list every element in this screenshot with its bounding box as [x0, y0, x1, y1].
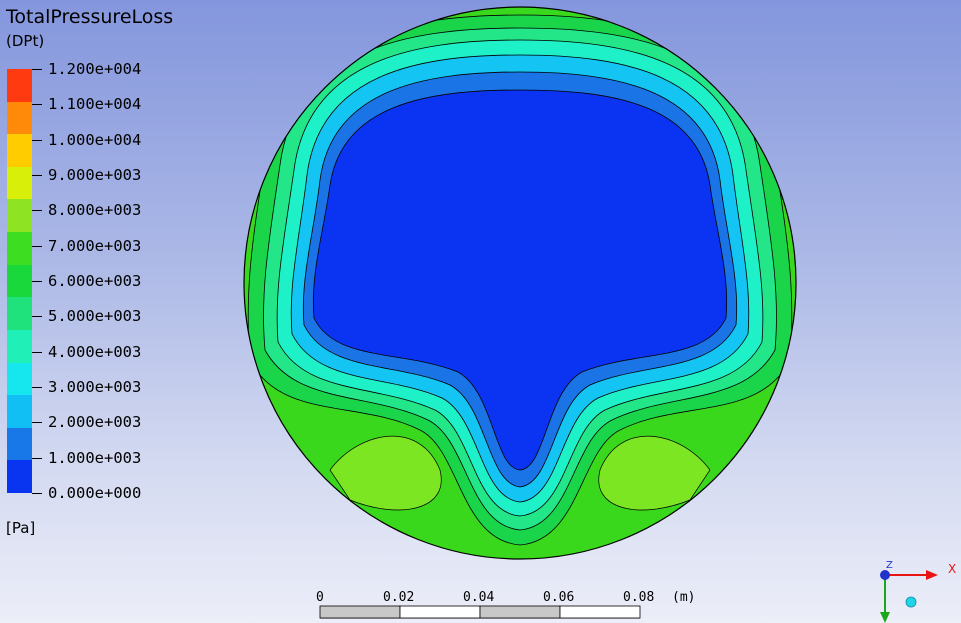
axis-triad[interactable] — [0, 0, 961, 623]
x-axis-label: X — [948, 562, 957, 576]
z-axis-point — [880, 570, 890, 580]
z-axis-label: Z — [886, 560, 893, 571]
triad-sphere — [905, 596, 917, 608]
y-axis-arrowhead — [880, 612, 890, 623]
x-axis-arrowhead — [926, 570, 938, 580]
graphics-viewport[interactable]: TotalPressureLoss (DPt) 1.200e+004 1.100e… — [0, 0, 961, 623]
